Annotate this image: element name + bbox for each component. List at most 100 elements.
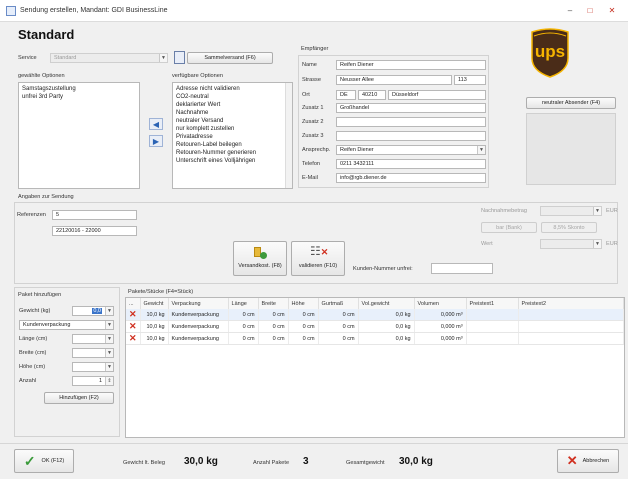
logo-text: ups (534, 42, 566, 61)
telefon-label: Telefon (302, 161, 321, 167)
kundennummer-label: Kunden-Nummer unfrei: (353, 266, 413, 272)
cell-laenge: 0 cm (228, 332, 259, 345)
list-item[interactable]: Adresse nicht validieren (173, 85, 292, 93)
list-item[interactable]: nur komplett zustellen (173, 125, 292, 133)
list-item[interactable]: Unterschrift eines Volljährigen (173, 157, 292, 165)
nachnahme-field[interactable]: ▼ (540, 206, 602, 216)
hoehe-field[interactable]: ▼ (72, 362, 114, 372)
list-item[interactable]: neutraler Versand (173, 117, 292, 125)
arrow-right-icon: ▶ (152, 137, 160, 146)
column-header[interactable]: Preistext2 (518, 298, 624, 309)
strasse-field[interactable]: Neusser Allee (336, 75, 452, 85)
referenz1-field[interactable]: 5 (52, 210, 137, 220)
close-button[interactable]: ✕ (604, 4, 620, 18)
city-field[interactable]: Düsseldorf (388, 90, 486, 100)
chevron-down-icon: ▼ (105, 321, 113, 329)
list-item[interactable]: unfrei 3rd Party (19, 93, 139, 101)
cell-volumen: 0,000 m³ (414, 332, 467, 345)
cancel-button[interactable]: ✕ Abbrechen (557, 449, 619, 473)
column-header[interactable]: Vol.gewicht (358, 298, 415, 309)
cell-verpackung: Kundenverpackung (168, 320, 229, 333)
ups-logo: ups (529, 28, 571, 78)
bar-button[interactable]: bar (Bank) (481, 222, 537, 233)
column-header[interactable]: Volumen (414, 298, 467, 309)
ansprech-select[interactable]: Reifen Diener ▼ (336, 145, 486, 155)
cell-volumen: 0,000 m³ (414, 309, 467, 321)
delete-row-icon[interactable]: ✕ (126, 309, 141, 321)
column-header[interactable]: Breite (258, 298, 289, 309)
chevron-down-icon: ▼ (105, 363, 113, 371)
available-options-list[interactable]: Adresse nicht validieren CO2-neutral dek… (172, 82, 293, 189)
table-row[interactable]: ✕ 10,0 kg Kundenverpackung 0 cm 0 cm 0 c… (126, 332, 624, 345)
country-field[interactable]: DE (336, 90, 356, 100)
list-item[interactable]: deklarierter Wert (173, 101, 292, 109)
zusatz3-label: Zusatz 3 (302, 133, 324, 139)
telefon-field[interactable]: 0211 3432111 (336, 159, 486, 169)
maximize-button[interactable]: □ (582, 4, 598, 18)
zusatz1-field[interactable]: Großhandel (336, 103, 486, 113)
column-header[interactable]: Verpackung (168, 298, 229, 309)
wert-field[interactable]: ▼ (540, 239, 602, 249)
versandkosten-button[interactable]: Versandkost. (F8) (233, 241, 287, 276)
scrollbar[interactable] (285, 83, 292, 188)
list-item[interactable]: CO2-neutral (173, 93, 292, 101)
column-header[interactable]: Gewicht (140, 298, 169, 309)
column-header[interactable]: Höhe (288, 298, 319, 309)
service-select[interactable]: Standard ▼ (50, 53, 168, 63)
chevron-down-icon: ▼ (105, 349, 113, 357)
zusatz3-field[interactable] (336, 131, 486, 141)
column-header[interactable]: Länge (228, 298, 259, 309)
list-item[interactable]: Nachnahme (173, 109, 292, 117)
cell-gewicht: 10,0 kg (140, 309, 169, 321)
column-header[interactable]: ... (126, 298, 141, 309)
table-row[interactable]: ✕ 10,0 kg Kundenverpackung 0 cm 0 cm 0 c… (126, 309, 624, 321)
cell-preistext1 (466, 309, 519, 321)
list-item[interactable]: Samstagszustellung (19, 85, 139, 93)
move-right-button[interactable]: ▶ (149, 135, 163, 147)
list-item[interactable]: Privatadresse (173, 133, 292, 141)
neutral-sender-button[interactable]: neutraler Absender (F4) (526, 97, 616, 109)
kundennummer-field[interactable] (431, 263, 493, 274)
verpackung-select[interactable]: Kundenverpackung ▼ (19, 320, 114, 330)
cell-breite: 0 cm (258, 309, 289, 321)
breite-field[interactable]: ▼ (72, 348, 114, 358)
recipient-section-label: Empfänger (301, 46, 329, 52)
column-header[interactable]: Preistext1 (466, 298, 519, 309)
gewicht-field[interactable]: 0,0 ▼ (72, 306, 114, 316)
gewicht-value: 0,0 (92, 308, 102, 314)
selected-options-list[interactable]: Samstagszustellung unfrei 3rd Party (18, 82, 140, 189)
hinzufuegen-button[interactable]: Hinzufügen (F2) (44, 392, 114, 404)
wert-currency-label: EUR (606, 241, 618, 247)
chevron-down-icon: ▼ (593, 240, 601, 248)
cell-gewicht: 10,0 kg (140, 332, 169, 345)
cell-hoehe: 0 cm (288, 309, 319, 321)
zusatz2-field[interactable] (336, 117, 486, 127)
move-left-button[interactable]: ◀ (149, 118, 163, 130)
cell-hoehe: 0 cm (288, 332, 319, 345)
anzahl-stepper[interactable]: 1 ⇕ (72, 376, 114, 386)
name-field[interactable]: Reifen Diener (336, 60, 486, 70)
delete-row-icon[interactable]: ✕ (126, 320, 141, 333)
email-field[interactable]: info@rgb.diener.de (336, 173, 486, 183)
list-item[interactable]: Retouren-Nummer generieren (173, 149, 292, 157)
delete-row-icon[interactable]: ✕ (126, 332, 141, 345)
cell-gewicht: 10,0 kg (140, 320, 169, 333)
service-label: Service (18, 55, 37, 61)
list-item[interactable]: Retouren-Label beilegen (173, 141, 292, 149)
table-row[interactable]: ✕ 10,0 kg Kundenverpackung 0 cm 0 cm 0 c… (126, 320, 624, 333)
ok-button[interactable]: ✓ OK (F12) (14, 449, 74, 473)
referenz2-field[interactable]: 22120016 - 22000 (52, 226, 137, 236)
minimize-button[interactable]: ‒ (562, 4, 578, 18)
column-header[interactable]: Gurtmaß (318, 298, 359, 309)
validieren-button[interactable]: ☷✕ validieren (F10) (291, 241, 345, 276)
cell-preistext2 (518, 309, 624, 321)
sammelversand-button[interactable]: Sammelversand (F6) (187, 52, 273, 64)
cell-volumen: 0,000 m³ (414, 320, 467, 333)
packages-table-container: ... Gewicht Verpackung Länge Breite Höhe… (125, 297, 625, 438)
anzahl-value: 1 (98, 378, 102, 384)
plz-field[interactable]: 40210 (358, 90, 386, 100)
hausnummer-field[interactable]: 113 (454, 75, 486, 85)
laenge-field[interactable]: ▼ (72, 334, 114, 344)
cell-laenge: 0 cm (228, 309, 259, 321)
skonto-button[interactable]: 8,5% Skonto (541, 222, 597, 233)
